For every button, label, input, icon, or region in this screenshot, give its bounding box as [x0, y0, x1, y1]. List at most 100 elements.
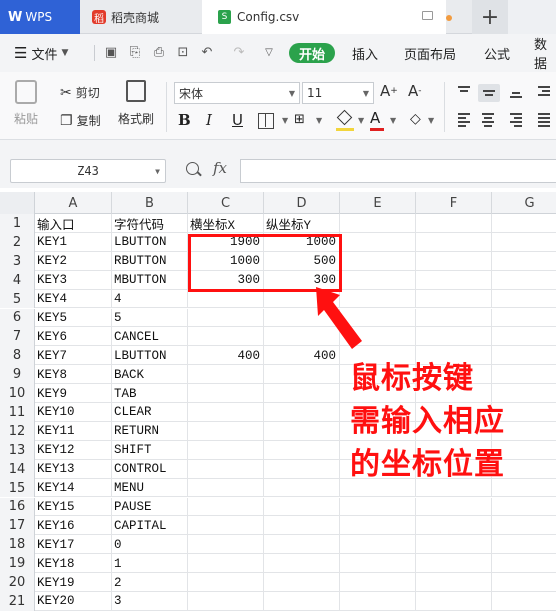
cell-c[interactable]	[188, 421, 264, 441]
align-middle-icon[interactable]	[478, 84, 500, 102]
cell-e[interactable]	[340, 535, 416, 555]
cell-d[interactable]	[264, 403, 340, 422]
row-header[interactable]: 10	[0, 384, 35, 403]
cell-d[interactable]	[264, 573, 340, 592]
cell-g[interactable]	[492, 233, 556, 252]
tab-wps-home[interactable]: W WPS	[0, 0, 80, 34]
cell-b[interactable]: 2	[112, 573, 188, 592]
cell-d[interactable]	[264, 478, 340, 498]
cell-a[interactable]: KEY20	[35, 592, 112, 611]
select-all-corner[interactable]	[0, 192, 35, 214]
cell-a[interactable]: KEY12	[35, 440, 112, 460]
copy-button[interactable]: ❐ 复制	[60, 112, 101, 129]
row-header[interactable]: 5	[0, 289, 35, 309]
row-header[interactable]: 3	[0, 251, 35, 271]
cell-e[interactable]	[340, 554, 416, 574]
cell-a[interactable]: KEY4	[35, 289, 112, 309]
menu-insert[interactable]: 插入	[352, 34, 378, 72]
cell-c[interactable]	[188, 554, 264, 574]
row-header[interactable]: 12	[0, 421, 35, 441]
cell-c[interactable]	[188, 592, 264, 611]
cell-c[interactable]	[188, 459, 264, 479]
cell-a[interactable]: KEY7	[35, 346, 112, 366]
cell-e[interactable]	[340, 573, 416, 592]
cell-b[interactable]: 1	[112, 554, 188, 574]
cell-a[interactable]: KEY5	[35, 308, 112, 328]
undo-icon[interactable]: ↶	[200, 46, 214, 60]
cell-b[interactable]: CAPITAL	[112, 516, 188, 536]
cell-d[interactable]	[264, 384, 340, 403]
row-header[interactable]: 2	[0, 232, 35, 252]
cell-a[interactable]: KEY3	[35, 270, 112, 290]
formula-input[interactable]	[240, 159, 556, 183]
column-header-g[interactable]: G	[492, 192, 556, 214]
print-preview-icon[interactable]: ⊡	[176, 46, 190, 60]
cell-c[interactable]	[188, 497, 264, 517]
cell-f[interactable]	[416, 497, 492, 517]
chevron-down-icon[interactable]: ▼	[390, 116, 396, 125]
font-name-select[interactable]: 宋体 ▼	[174, 82, 300, 104]
cell-e[interactable]	[340, 214, 416, 233]
cell-d[interactable]	[264, 440, 340, 460]
column-header-d[interactable]: D	[264, 192, 340, 214]
clear-format-icon[interactable]: ◇	[410, 111, 421, 127]
cell-b[interactable]: 3	[112, 592, 188, 611]
row-header[interactable]: 8	[0, 346, 35, 366]
cell-a[interactable]: KEY10	[35, 403, 112, 422]
row-header[interactable]: 19	[0, 554, 35, 574]
cell-a[interactable]: 输入口	[35, 214, 112, 233]
cell-f[interactable]	[416, 251, 492, 271]
cell-f[interactable]	[416, 308, 492, 328]
column-header-b[interactable]: B	[112, 192, 188, 214]
cell-g[interactable]	[492, 214, 556, 233]
justify-icon[interactable]	[536, 112, 552, 127]
row-header[interactable]: 16	[0, 497, 35, 517]
cell-f[interactable]	[416, 214, 492, 233]
cell-a[interactable]: KEY13	[35, 459, 112, 479]
menu-page-layout[interactable]: 页面布局	[404, 34, 456, 72]
cell-f[interactable]	[416, 327, 492, 347]
quick-access-dropdown-icon[interactable]: ▽	[262, 46, 276, 60]
cell-c[interactable]: 400	[188, 346, 264, 366]
menu-file[interactable]: ☰ 文件 ▼	[14, 34, 68, 72]
cell-g[interactable]	[492, 309, 556, 328]
cell-f[interactable]	[416, 270, 492, 290]
chevron-down-icon[interactable]: ▼	[428, 116, 434, 125]
cell-e[interactable]	[340, 516, 416, 536]
row-header[interactable]: 20	[0, 573, 35, 592]
menu-start[interactable]: 开始	[289, 43, 336, 63]
cell-b[interactable]: RETURN	[112, 421, 188, 441]
cell-b[interactable]: CLEAR	[112, 403, 188, 422]
cell-g[interactable]	[492, 554, 556, 573]
cell-g[interactable]	[492, 592, 556, 611]
cut-button[interactable]: ✂ 剪切	[60, 84, 100, 101]
cell-d[interactable]	[264, 497, 340, 517]
row-header[interactable]: 9	[0, 365, 35, 385]
chevron-down-icon[interactable]: ▼	[316, 116, 322, 125]
column-header-a[interactable]: A	[35, 192, 112, 214]
cell-f[interactable]	[416, 232, 492, 252]
cell-d[interactable]	[264, 365, 340, 385]
export-pdf-icon[interactable]: ⎘	[128, 46, 142, 60]
row-header[interactable]: 1	[0, 214, 35, 233]
cell-c[interactable]	[188, 365, 264, 385]
cell-c[interactable]	[188, 384, 264, 403]
increase-font-icon[interactable]: A +	[380, 82, 398, 100]
cell-d[interactable]	[264, 459, 340, 479]
tab-docer-store[interactable]: 稻 稻壳商城	[80, 0, 202, 34]
print-icon[interactable]: ⎙	[152, 46, 166, 60]
cell-b[interactable]: RBUTTON	[112, 251, 188, 271]
new-tab-button[interactable]: +	[472, 0, 508, 34]
cell-e[interactable]	[340, 251, 416, 271]
redo-icon[interactable]: ↷	[232, 46, 246, 60]
row-header[interactable]: 4	[0, 270, 35, 290]
cell-c[interactable]	[188, 327, 264, 347]
chevron-down-icon[interactable]: ▼	[282, 116, 288, 125]
row-header[interactable]: 17	[0, 516, 35, 536]
cell-c[interactable]	[188, 308, 264, 328]
cell-b[interactable]: 5	[112, 308, 188, 328]
column-header-c[interactable]: C	[188, 192, 264, 214]
cell-d[interactable]	[264, 535, 340, 555]
name-box[interactable]: Z43 ▼	[10, 159, 166, 183]
cell-f[interactable]	[416, 535, 492, 555]
